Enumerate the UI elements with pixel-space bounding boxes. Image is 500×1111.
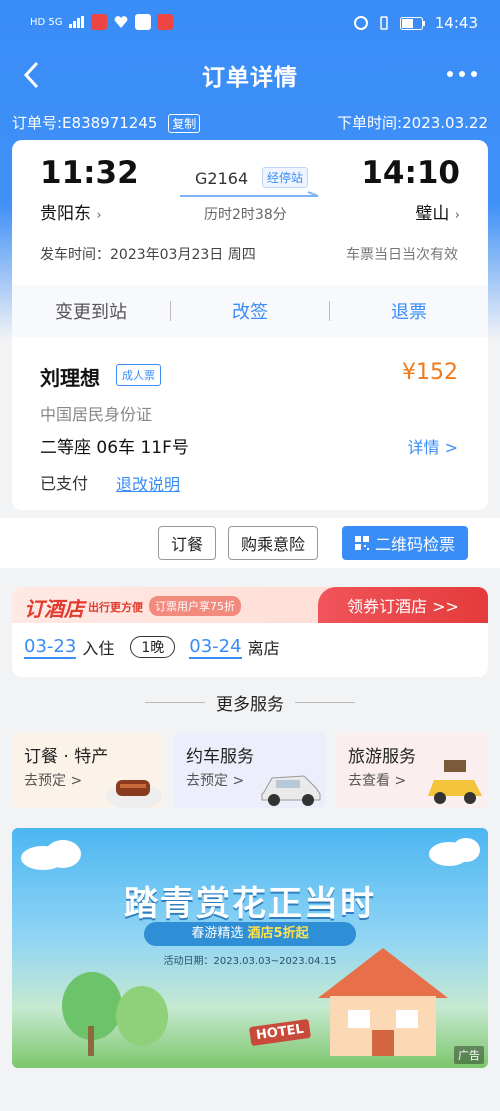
- house-icon: [318, 948, 448, 1056]
- status-bar: HD 5G 14:43: [0, 0, 500, 46]
- tree-icon: [62, 972, 168, 1056]
- hotel-logo: 订酒店: [24, 597, 84, 621]
- arrive-station-label: 璧山: [415, 204, 450, 224]
- arrive-station[interactable]: 璧山 ›: [415, 199, 460, 224]
- battery-icon: [399, 16, 425, 30]
- ticket-type-badge: 成人票: [116, 364, 161, 386]
- vibrate-icon: [380, 16, 388, 30]
- copy-button[interactable]: 复制: [168, 114, 201, 133]
- checkin-date[interactable]: 03-23: [24, 636, 77, 659]
- qr-check-button[interactable]: 二维码检票: [342, 526, 468, 560]
- more-dots-icon[interactable]: [446, 60, 478, 90]
- hotel-slogan: 出行更方便: [88, 601, 143, 614]
- ad-sub-prefix: 春游精选: [191, 926, 244, 941]
- ad-headline: 踏青赏花正当时: [124, 884, 376, 924]
- checkout-label: 离店: [247, 639, 280, 658]
- nav-bar: 订单详情: [0, 46, 500, 100]
- chevron-right-icon: ›: [96, 208, 102, 223]
- reschedule-button[interactable]: 改签: [171, 298, 329, 324]
- ad-banner[interactable]: 踏青赏花正当时 春游精选 酒店5折起 活动日期：2023.03.03~2023.…: [12, 828, 488, 1068]
- order-number: 订单号:E838971245: [12, 114, 158, 132]
- trip-duration: 历时2时38分: [204, 207, 287, 223]
- order-time: 下单时间:2023.03.22: [337, 114, 488, 132]
- depart-time: 11:32: [40, 155, 139, 191]
- seat-info: 二等座 06车 11F号: [40, 438, 189, 458]
- travel-car-icon: [428, 760, 482, 804]
- network-indicator: HD 5G: [30, 16, 63, 28]
- id-type: 中国居民身份证: [40, 405, 153, 424]
- qr-code-icon: [354, 536, 369, 550]
- ticket-price: ¥152: [402, 360, 458, 385]
- train-number: G2164: [195, 169, 249, 188]
- heart-notification-icon: [114, 16, 127, 28]
- nights-count: 1晚: [130, 636, 176, 658]
- service-meal-sub: 去预定 >: [24, 773, 83, 789]
- service-meal[interactable]: 订餐 · 特产 去预定 >: [12, 732, 164, 808]
- cloud-icon: [21, 840, 81, 870]
- service-travel[interactable]: 旅游服务 去查看 >: [336, 732, 488, 808]
- chevron-right-icon: ›: [454, 208, 460, 223]
- ticket-button-row: 订餐 购乘意险 二维码检票: [0, 518, 500, 568]
- ad-tag: 广告: [454, 1046, 484, 1064]
- hotel-banner-header: 订酒店 出行更方便 订票用户享75折 领券订酒店 >>: [12, 587, 488, 623]
- ticket-actions: 变更到站 改签 退票: [12, 285, 488, 337]
- page-title: 订单详情: [202, 65, 298, 91]
- service-car-sub: 去预定 >: [186, 773, 245, 789]
- shield-notification-icon: [134, 14, 151, 30]
- ad-sub-highlight: 酒店5折起: [247, 926, 309, 941]
- checkin-label: 入住: [82, 639, 115, 658]
- alarm-icon: [353, 16, 368, 30]
- service-meal-title: 订餐 · 特产: [24, 747, 109, 767]
- hotel-banner[interactable]: 订酒店 出行更方便 订票用户享75折 领券订酒店 >> 03-23 入住 1晚 …: [12, 587, 488, 677]
- qr-check-label: 二维码检票: [374, 535, 455, 554]
- hotel-date-row[interactable]: 03-23 入住 1晚 03-24 离店: [24, 635, 280, 659]
- via-stations-button[interactable]: 经停站: [262, 167, 309, 188]
- refund-rule-link[interactable]: 退改说明: [116, 471, 180, 495]
- ticket-validity: 车票当日当次有效: [346, 247, 458, 263]
- order-meal-button[interactable]: 订餐: [158, 526, 216, 560]
- clock: 14:43: [434, 14, 478, 32]
- pay-status: 已支付: [40, 474, 89, 493]
- refund-button[interactable]: 退票: [330, 298, 488, 324]
- service-car-title: 约车服务: [186, 747, 254, 767]
- checkout-date[interactable]: 03-24: [189, 636, 242, 659]
- service-car[interactable]: 约车服务 去预定 >: [174, 732, 326, 808]
- service-travel-title: 旅游服务: [348, 747, 416, 767]
- signal-icon: [68, 16, 84, 28]
- arrive-time: 14:10: [361, 155, 460, 191]
- depart-date: 发车时间：2023年03月23日 周四: [40, 247, 256, 263]
- more-services-title: 更多服务: [0, 690, 500, 715]
- buy-insurance-button[interactable]: 购乘意险: [228, 526, 318, 560]
- discount-badge: 订票用户享75折: [149, 596, 241, 616]
- car-icon: [261, 775, 321, 806]
- app2-notification-icon: [156, 14, 173, 30]
- change-station-button[interactable]: 变更到站: [12, 298, 170, 324]
- depart-station-label: 贵阳东: [40, 204, 91, 224]
- hotel-coupon-button[interactable]: 领券订酒店 >>: [318, 587, 488, 623]
- detail-link[interactable]: 详情 >: [408, 434, 459, 458]
- cloud-icon: [429, 838, 480, 866]
- food-plate-icon: [106, 780, 162, 808]
- service-travel-sub: 去查看 >: [348, 773, 407, 789]
- trip-card: 11:32 贵阳东 › G2164 经停站 历时2时38分 14:10 璧山 ›…: [12, 140, 488, 510]
- depart-station[interactable]: 贵阳东 ›: [40, 199, 102, 224]
- passenger-name: 刘理想: [40, 366, 100, 390]
- route-arrow-icon: [180, 191, 319, 197]
- hotel-sign: HOTEL: [248, 1018, 311, 1047]
- app-notification-icon: [90, 14, 107, 30]
- order-info: 订单号:E838971245 复制 下单时间:2023.03.22: [12, 112, 488, 133]
